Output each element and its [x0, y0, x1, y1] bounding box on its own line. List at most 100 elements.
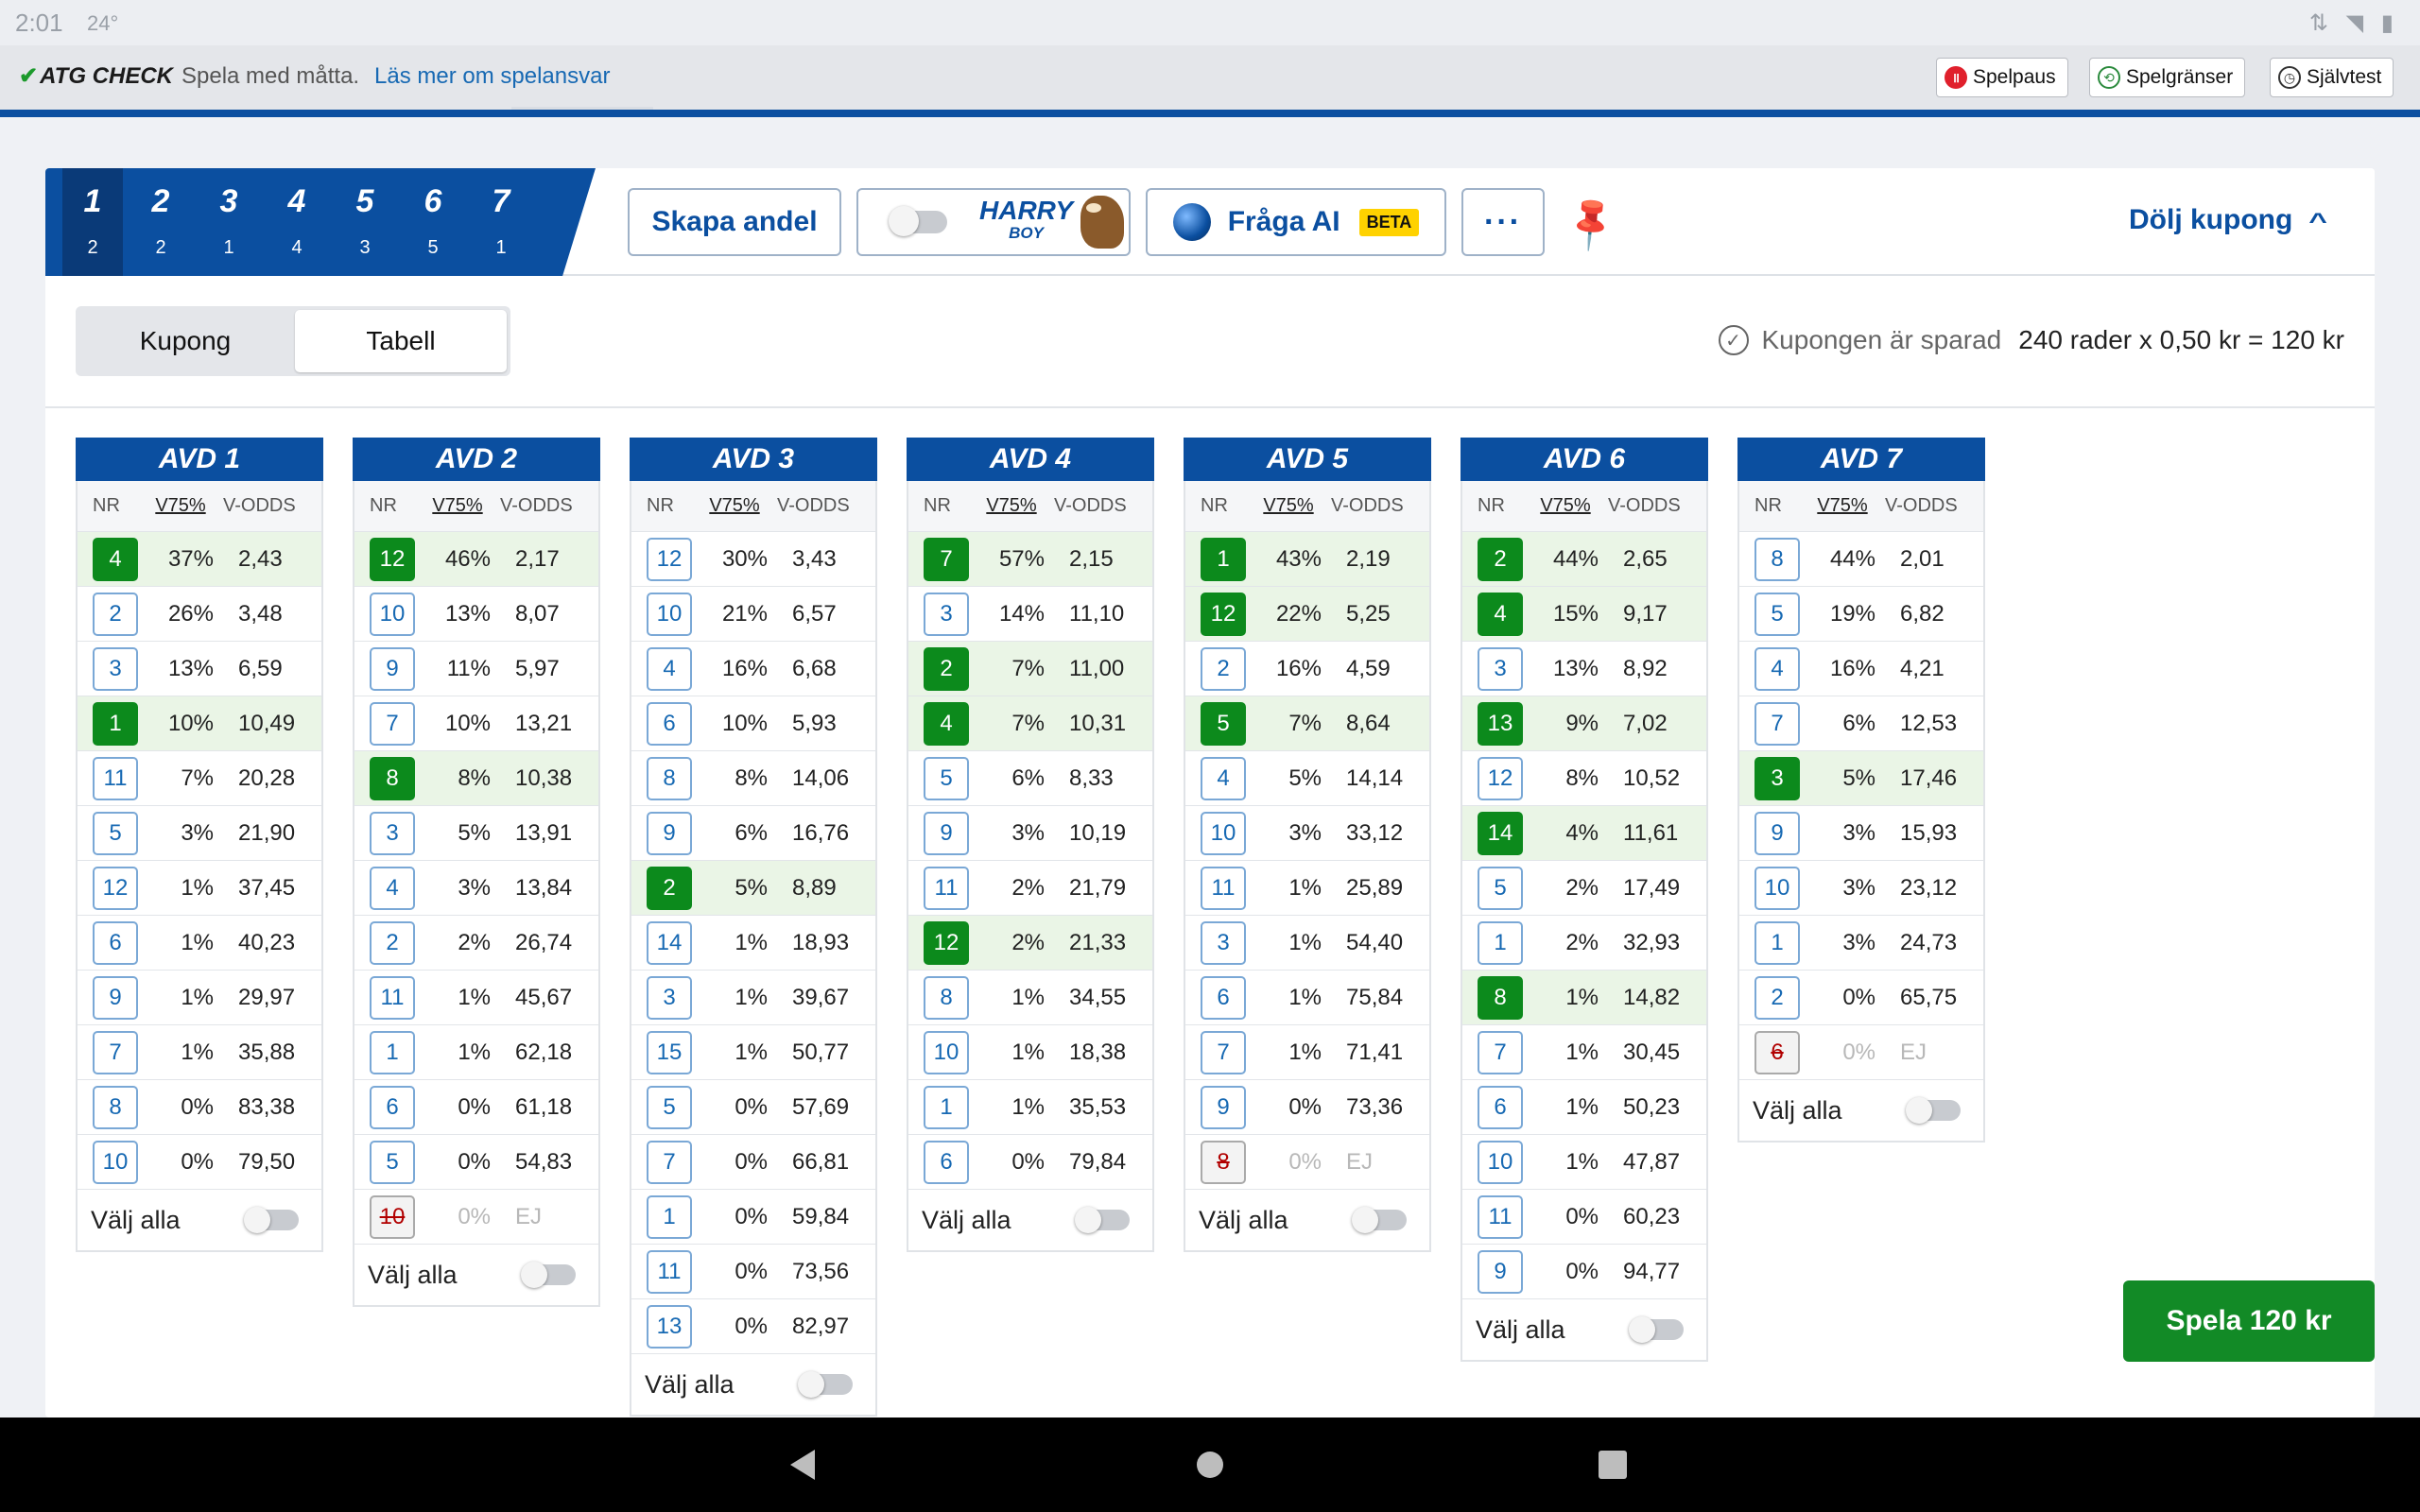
horse-row[interactable]: 12 1% 37,45	[78, 861, 321, 916]
horse-number-button[interactable]: 4	[647, 646, 692, 691]
column-v75-percent[interactable]: V75%	[146, 495, 216, 517]
horse-row[interactable]: 13 0% 82,97	[631, 1299, 875, 1354]
horse-row[interactable]: 2 44% 2,65	[1462, 532, 1706, 587]
horse-number-button[interactable]: 11	[1478, 1194, 1523, 1239]
home-icon[interactable]	[1197, 1452, 1223, 1478]
horse-number-button[interactable]: 9	[1201, 1085, 1246, 1129]
tab-table[interactable]: Tabell	[295, 310, 507, 372]
horse-row[interactable]: 6 0% 61,18	[354, 1080, 598, 1135]
horse-number-button[interactable]: 4	[370, 866, 415, 910]
horse-row[interactable]: 1 1% 35,53	[908, 1080, 1152, 1135]
horse-number-button[interactable]: 8	[370, 756, 415, 800]
horse-number-button[interactable]: 3	[1478, 646, 1523, 691]
harry-boy-button[interactable]: HARRY BOY	[856, 188, 1131, 256]
horse-row[interactable]: 3 1% 39,67	[631, 971, 875, 1025]
ask-ai-button[interactable]: Fråga AI BETA	[1146, 188, 1446, 256]
horse-row[interactable]: 6 10% 5,93	[631, 696, 875, 751]
column-v75-percent[interactable]: V75%	[1530, 495, 1600, 517]
horse-number-button[interactable]: 11	[647, 1249, 692, 1294]
horse-number-button[interactable]: 7	[1754, 701, 1800, 746]
horse-row[interactable]: 1 10% 10,49	[78, 696, 321, 751]
horse-number-button[interactable]: 8	[93, 1085, 138, 1129]
horse-row[interactable]: 11 0% 60,23	[1462, 1190, 1706, 1245]
horse-row[interactable]: 5 2% 17,49	[1462, 861, 1706, 916]
horse-number-button[interactable]: 2	[370, 920, 415, 965]
more-options-button[interactable]: ···	[1461, 188, 1545, 256]
horse-number-button[interactable]: 12	[93, 866, 138, 910]
horse-number-button[interactable]: 2	[1478, 537, 1523, 581]
horse-number-button[interactable]: 13	[647, 1304, 692, 1349]
horse-row[interactable]: 15 1% 50,77	[631, 1025, 875, 1080]
horse-number-button[interactable]: 9	[1754, 811, 1800, 855]
horse-row[interactable]: 5 0% 57,69	[631, 1080, 875, 1135]
horse-number-button[interactable]: 1	[1201, 537, 1246, 581]
horse-row[interactable]: 9 0% 73,36	[1185, 1080, 1429, 1135]
horse-row[interactable]: 11 7% 20,28	[78, 751, 321, 806]
sjalvtest-button[interactable]: ◷ Självtest	[2270, 58, 2394, 97]
horse-row[interactable]: 11 1% 45,67	[354, 971, 598, 1025]
select-all-toggle[interactable]	[1352, 1207, 1407, 1233]
horse-number-button[interactable]: 6	[1478, 1085, 1523, 1129]
race-tab-7[interactable]: 71	[471, 168, 531, 276]
horse-row[interactable]: 8 8% 10,38	[354, 751, 598, 806]
horse-row[interactable]: 11 1% 25,89	[1185, 861, 1429, 916]
horse-number-button[interactable]: 7	[1478, 1030, 1523, 1074]
horse-number-button[interactable]: 7	[924, 537, 969, 581]
horse-number-button[interactable]: 1	[1754, 920, 1800, 965]
horse-row[interactable]: 5 0% 54,83	[354, 1135, 598, 1190]
horse-number-button[interactable]: 1	[924, 1085, 969, 1129]
horse-number-button[interactable]: 14	[1478, 811, 1523, 855]
column-v75-percent[interactable]: V75%	[1253, 495, 1323, 517]
horse-number-button[interactable]: 6	[924, 1140, 969, 1184]
horse-row[interactable]: 1 3% 24,73	[1739, 916, 1983, 971]
horse-row[interactable]: 3 13% 6,59	[78, 642, 321, 696]
horse-row[interactable]: 12 46% 2,17	[354, 532, 598, 587]
horse-row[interactable]: 1 0% 59,84	[631, 1190, 875, 1245]
horse-row[interactable]: 8 1% 34,55	[908, 971, 1152, 1025]
horse-number-button[interactable]: 9	[1478, 1249, 1523, 1294]
hide-coupon-button[interactable]: Dölj kupong ^	[2129, 204, 2327, 236]
horse-row[interactable]: 1 2% 32,93	[1462, 916, 1706, 971]
column-v75-percent[interactable]: V75%	[1807, 495, 1877, 517]
horse-row[interactable]: 6 1% 40,23	[78, 916, 321, 971]
horse-number-button[interactable]: 8	[1478, 975, 1523, 1020]
horse-row[interactable]: 1 43% 2,19	[1185, 532, 1429, 587]
horse-number-button[interactable]: 5	[370, 1140, 415, 1184]
column-v75-percent[interactable]: V75%	[977, 495, 1046, 517]
horse-number-button[interactable]: 2	[924, 646, 969, 691]
horse-number-button[interactable]: 11	[924, 866, 969, 910]
horse-number-button[interactable]: 7	[1201, 1030, 1246, 1074]
horse-number-button[interactable]: 3	[1201, 920, 1246, 965]
horse-number-button[interactable]: 11	[1201, 866, 1246, 910]
horse-row[interactable]: 7 1% 71,41	[1185, 1025, 1429, 1080]
horse-row[interactable]: 7 57% 2,15	[908, 532, 1152, 587]
horse-number-button[interactable]: 10	[924, 1030, 969, 1074]
horse-number-button[interactable]: 8	[1754, 537, 1800, 581]
horse-number-button[interactable]: 9	[93, 975, 138, 1020]
horse-number-button[interactable]: 7	[370, 701, 415, 746]
horse-row[interactable]: 7 1% 30,45	[1462, 1025, 1706, 1080]
horse-number-button[interactable]: 5	[1478, 866, 1523, 910]
horse-row[interactable]: 9 6% 16,76	[631, 806, 875, 861]
horse-row[interactable]: 3 1% 54,40	[1185, 916, 1429, 971]
horse-row[interactable]: 12 22% 5,25	[1185, 587, 1429, 642]
horse-row[interactable]: 8 8% 14,06	[631, 751, 875, 806]
horse-row[interactable]: 1 1% 62,18	[354, 1025, 598, 1080]
horse-number-button[interactable]: 5	[93, 811, 138, 855]
horse-number-button[interactable]: 9	[647, 811, 692, 855]
horse-row[interactable]: 2 0% 65,75	[1739, 971, 1983, 1025]
horse-number-button[interactable]: 1	[93, 701, 138, 746]
horse-row[interactable]: 10 13% 8,07	[354, 587, 598, 642]
horse-row[interactable]: 12 30% 3,43	[631, 532, 875, 587]
horse-number-button[interactable]: 8	[647, 756, 692, 800]
horse-row[interactable]: 4 15% 9,17	[1462, 587, 1706, 642]
horse-number-button[interactable]: 14	[647, 920, 692, 965]
horse-number-button[interactable]: 6	[1201, 975, 1246, 1020]
horse-row[interactable]: 6 0% 79,84	[908, 1135, 1152, 1190]
horse-number-button[interactable]: 9	[924, 811, 969, 855]
horse-number-button[interactable]: 5	[924, 756, 969, 800]
horse-number-button[interactable]: 5	[1201, 701, 1246, 746]
horse-row[interactable]: 10 0% 79,50	[78, 1135, 321, 1190]
horse-row[interactable]: 12 2% 21,33	[908, 916, 1152, 971]
horse-number-button[interactable]: 6	[93, 920, 138, 965]
